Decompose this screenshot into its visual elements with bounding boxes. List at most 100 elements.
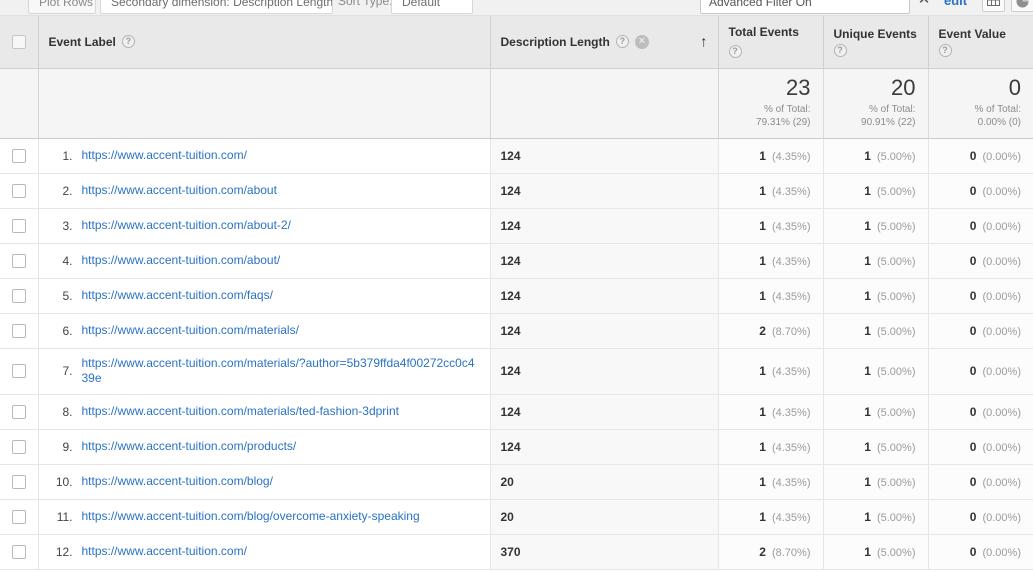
row-checkbox[interactable] (11, 509, 26, 524)
unique-events-percent: (5.00%) (876, 290, 916, 303)
edit-filter-link[interactable]: edit (944, 0, 967, 14)
row-select-cell[interactable] (0, 208, 39, 244)
total-events-percent: (4.35%) (771, 290, 811, 303)
row-select-cell[interactable] (0, 534, 39, 570)
description-length-cell: 20 (490, 464, 719, 500)
secondary-dimension-selector[interactable]: Secondary dimension: Description Length (100, 0, 333, 14)
row-checkbox[interactable] (11, 544, 26, 559)
row-checkbox[interactable] (11, 218, 26, 233)
table-view-icon[interactable] (982, 0, 1005, 12)
row-checkbox[interactable] (11, 439, 26, 454)
help-icon[interactable]: ? (728, 45, 742, 59)
description-length-cell: 124 (490, 243, 719, 279)
summary-unique-events-of-total-value: 90.91% (22) (861, 117, 916, 129)
event-value-value: 0 (969, 323, 977, 338)
total-events-cell: 1 (4.35%) (718, 243, 824, 279)
column-header-event-value[interactable]: Event Value ? (928, 16, 1033, 69)
event-value-percent: (0.00%) (982, 546, 1021, 559)
row-select-cell[interactable] (0, 464, 39, 500)
description-length-cell: 124 (490, 348, 719, 395)
event-label-link[interactable]: https://www.accent-tuition.com/products/ (82, 439, 297, 453)
row-select-cell[interactable] (0, 348, 39, 395)
total-events-percent: (4.35%) (771, 150, 811, 163)
advanced-filter-input[interactable]: Advanced Filter On (700, 0, 910, 14)
row-index: 12. (55, 544, 73, 559)
help-icon[interactable]: ? (121, 35, 135, 49)
row-select-cell[interactable] (0, 173, 39, 209)
event-value-value: 0 (969, 439, 977, 454)
row-checkbox[interactable] (11, 148, 26, 163)
event-label-link[interactable]: https://www.accent-tuition.com/materials… (82, 323, 299, 337)
help-icon[interactable]: ? (615, 35, 629, 49)
event-value-cell: 0 (0.00%) (928, 429, 1033, 465)
event-value-percent: (0.00%) (982, 441, 1021, 454)
total-events-value: 2 (759, 544, 766, 559)
description-length-cell: 124 (490, 138, 719, 174)
help-icon[interactable]: ? (938, 43, 952, 57)
row-select-cell[interactable] (0, 394, 39, 430)
row-select-cell[interactable] (0, 243, 39, 279)
row-checkbox[interactable] (11, 253, 26, 268)
row-index: 11. (56, 509, 73, 524)
help-icon[interactable]: ? (833, 43, 847, 57)
row-checkbox[interactable] (11, 323, 26, 338)
row-select-cell[interactable] (0, 499, 39, 535)
select-all-header[interactable] (0, 16, 39, 69)
column-header-event-label[interactable]: Event Label ? (38, 16, 491, 69)
total-events-cell: 1 (4.35%) (718, 278, 824, 314)
event-label-cell: 11. https://www.accent-tuition.com/blog/o… (38, 499, 491, 535)
row-select-cell[interactable] (0, 313, 39, 349)
unique-events-value: 1 (864, 323, 871, 338)
table-row: 10. https://www.accent-tuition.com/blog/2… (0, 464, 1033, 500)
row-checkbox[interactable] (11, 183, 26, 198)
unique-events-cell: 1 (5.00%) (823, 534, 929, 570)
plot-rows-button[interactable]: Plot Rows (28, 0, 96, 14)
table-body: 23 % of Total: 79.31% (29) 20 % of Total… (0, 68, 1033, 570)
column-header-total-events[interactable]: Total Events ? (718, 16, 824, 69)
table-row: 1. https://www.accent-tuition.com/124 1 (4.… (0, 138, 1033, 174)
column-header-unique-events[interactable]: Unique Events ? (823, 16, 929, 69)
event-label-link[interactable]: https://www.accent-tuition.com/blog/ (82, 474, 273, 488)
event-label-link[interactable]: https://www.accent-tuition.com/materials… (82, 404, 399, 418)
unique-events-percent: (5.00%) (876, 220, 916, 233)
select-all-checkbox[interactable] (11, 35, 26, 50)
event-label-link[interactable]: https://www.accent-tuition.com/ (82, 544, 247, 558)
event-label-link[interactable]: https://www.accent-tuition.com/about (82, 183, 277, 197)
row-checkbox[interactable] (11, 474, 26, 489)
total-events-cell: 2 (8.70%) (718, 534, 824, 570)
unique-events-value: 1 (864, 404, 871, 419)
event-label-link[interactable]: https://www.accent-tuition.com/about/ (82, 253, 281, 267)
summary-event-value-of-total-value: 0.00% (0) (977, 117, 1021, 129)
column-header-description-length[interactable]: Description Length ? × ↑ (490, 16, 719, 69)
event-label-link[interactable]: https://www.accent-tuition.com/blog/over… (82, 509, 420, 523)
row-index: 8. (62, 404, 73, 419)
row-select-cell[interactable] (0, 138, 39, 174)
event-value-percent: (0.00%) (982, 185, 1021, 198)
close-icon[interactable]: ✕ (912, 0, 936, 14)
row-checkbox[interactable] (11, 288, 26, 303)
remove-secondary-dimension-icon[interactable]: × (634, 34, 649, 49)
table-row: 7. https://www.accent-tuition.com/materia… (0, 348, 1033, 395)
unique-events-percent: (5.00%) (876, 150, 916, 163)
description-length-cell: 124 (490, 173, 719, 209)
row-checkbox[interactable] (11, 364, 26, 379)
sort-type-selector[interactable]: Default (391, 0, 473, 14)
row-select-cell[interactable] (0, 278, 39, 314)
row-select-cell[interactable] (0, 429, 39, 465)
summary-checkbox-cell (0, 68, 39, 139)
event-value-cell: 0 (0.00%) (928, 499, 1033, 535)
event-label-cell: 10. https://www.accent-tuition.com/blog/ (38, 464, 491, 500)
event-value-percent: (0.00%) (982, 325, 1021, 338)
total-events-percent: (4.35%) (771, 476, 811, 489)
event-value-cell: 0 (0.00%) (928, 313, 1033, 349)
row-index: 1. (62, 148, 73, 163)
event-label-link[interactable]: https://www.accent-tuition.com/about-2/ (82, 218, 291, 232)
unique-events-value: 1 (864, 474, 871, 489)
unique-events-cell: 1 (5.00%) (823, 464, 929, 500)
row-checkbox[interactable] (11, 404, 26, 419)
pie-view-icon[interactable] (1011, 0, 1033, 12)
event-label-link[interactable]: https://www.accent-tuition.com/materials… (82, 356, 475, 385)
sort-ascending-icon[interactable]: ↑ (700, 34, 708, 49)
event-label-link[interactable]: https://www.accent-tuition.com/ (82, 148, 247, 162)
event-label-link[interactable]: https://www.accent-tuition.com/faqs/ (82, 288, 273, 302)
